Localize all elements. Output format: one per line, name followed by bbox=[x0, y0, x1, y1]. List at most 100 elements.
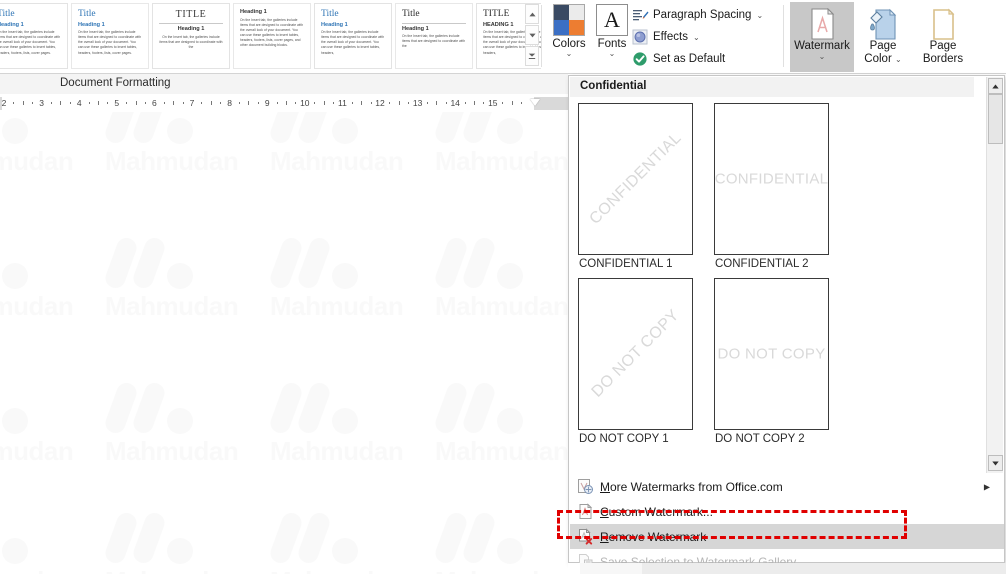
watermark-preview[interactable]: CONFIDENTIAL bbox=[578, 103, 693, 255]
theme-fonts-button[interactable]: A Fonts ⌄ bbox=[592, 4, 632, 58]
theme-colors-swatch-icon bbox=[553, 4, 585, 36]
style-card-rule bbox=[159, 23, 223, 24]
style-set-card[interactable]: TitleHeading 1On the Insert tab, the gal… bbox=[314, 3, 392, 69]
document-background-watermark: Mahmudan bbox=[105, 512, 225, 570]
page-color-icon bbox=[854, 6, 912, 40]
document-formatting-group-caption: Document Formatting bbox=[0, 74, 568, 94]
style-card-title: Title bbox=[78, 10, 142, 20]
ruler-tick bbox=[164, 102, 165, 104]
gallery-scrollbar[interactable] bbox=[986, 77, 1003, 473]
menu-item-more-watermarks[interactable]: More Watermarks from Office.com▶ bbox=[570, 474, 1004, 499]
ruler-tick bbox=[51, 102, 52, 104]
theme-colors-button[interactable]: Colors ⌄ bbox=[548, 4, 590, 58]
ruler-tick bbox=[98, 101, 99, 105]
paragraph-spacing-button[interactable]: Paragraph Spacing ⌄ bbox=[630, 4, 782, 26]
style-card-heading: Heading 1 bbox=[321, 23, 385, 29]
chevron-down-icon[interactable]: ⌄ bbox=[756, 11, 763, 20]
page-color-button[interactable]: Page Color ⌄ bbox=[854, 2, 912, 72]
gallery-scroll-thumb[interactable] bbox=[988, 94, 1003, 144]
document-background-watermark: Mahmudan bbox=[435, 112, 555, 150]
watermark-thumbnail[interactable]: DO NOT COPY DO NOT COPY 1 bbox=[578, 278, 714, 445]
menu-item-custom-watermark[interactable]: Custom Watermark... bbox=[570, 499, 1004, 524]
style-set-card[interactable]: Heading 1On the Insert tab, the gallerie… bbox=[233, 3, 311, 69]
document-canvas[interactable]: Mahmudan Mahmudan Mahmudan Mahmudan Mahmudan… bbox=[0, 112, 568, 574]
ruler-tick bbox=[436, 101, 437, 105]
menu-item-label: More Watermarks from Office.com bbox=[600, 480, 783, 494]
watermark-thumbnail[interactable]: CONFIDENTIALCONFIDENTIAL 1 bbox=[578, 103, 714, 270]
style-set-card[interactable]: Title Heading 1On the Insert tab, the gal… bbox=[0, 3, 68, 69]
watermark-thumbnail[interactable]: DO NOT COPY DO NOT COPY 2 bbox=[714, 278, 850, 445]
ruler-tick bbox=[23, 101, 24, 105]
ribbon-separator-2 bbox=[783, 5, 784, 67]
ruler-tick-label: 10 bbox=[300, 97, 309, 110]
set-as-default-button[interactable]: Set as Default bbox=[630, 48, 782, 70]
watermark-preview[interactable]: CONFIDENTIAL bbox=[714, 103, 829, 255]
watermark-thumbnail[interactable]: CONFIDENTIALCONFIDENTIAL 2 bbox=[714, 103, 850, 270]
style-card-body: On the Insert tab, the galleries include… bbox=[402, 34, 466, 49]
chevron-down-icon[interactable]: ⌄ bbox=[548, 50, 590, 58]
gallery-scroll-down-button[interactable] bbox=[988, 455, 1003, 471]
effects-button[interactable]: Effects ⌄ bbox=[630, 26, 782, 48]
style-set-card[interactable]: TitleHeading 1On the Insert tab, the gal… bbox=[71, 3, 149, 69]
menu-item-label: Remove Watermark bbox=[600, 530, 706, 544]
ruler-tick bbox=[286, 101, 287, 105]
ruler-tick bbox=[512, 101, 513, 105]
ruler-tick-label: 3 bbox=[39, 97, 44, 110]
chevron-down-icon[interactable]: ⌄ bbox=[592, 50, 632, 58]
style-card-title: Title bbox=[402, 10, 466, 20]
style-set-card[interactable]: TitleHeading 1On the Insert tab, the gal… bbox=[395, 3, 473, 69]
ruler-tick bbox=[371, 102, 372, 104]
watermark-caption: DO NOT COPY 1 bbox=[578, 433, 714, 445]
ruler-tick bbox=[314, 102, 315, 104]
ruler-tick-label: 5 bbox=[114, 97, 119, 110]
chevron-down-icon[interactable]: ⌄ bbox=[693, 33, 700, 42]
style-set-gallery[interactable]: TitleHeading 1On the Insert tab, the gal… bbox=[0, 1, 541, 72]
ruler-tick bbox=[465, 102, 466, 104]
watermark-preview[interactable]: DO NOT COPY bbox=[578, 278, 693, 430]
word-application-window: TitleHeading 1On the Insert tab, the gal… bbox=[0, 0, 1006, 574]
ribbon-separator-1 bbox=[541, 5, 542, 67]
ruler-tick bbox=[427, 102, 428, 104]
ribbon: TitleHeading 1On the Insert tab, the gal… bbox=[0, 0, 1006, 74]
ruler-tick bbox=[145, 102, 146, 104]
ruler-tick bbox=[183, 102, 184, 104]
document-background-watermark: Mahmudan bbox=[0, 512, 60, 570]
page-borders-label-line2: Borders bbox=[912, 53, 974, 66]
watermark-preview[interactable]: DO NOT COPY bbox=[714, 278, 829, 430]
style-gallery-more-button[interactable] bbox=[525, 46, 539, 66]
ruler-indent-marker[interactable] bbox=[530, 99, 540, 106]
ruler-tick-label: 14 bbox=[450, 97, 459, 110]
page-borders-button[interactable]: Page Borders bbox=[912, 2, 974, 72]
style-gallery-scroll-up-button[interactable] bbox=[525, 4, 539, 24]
watermark-button[interactable]: Watermark ⌄ bbox=[790, 2, 854, 72]
watermark-caption: DO NOT COPY 2 bbox=[714, 433, 850, 445]
watermark-dropdown-gallery[interactable]: Confidential CONFIDENTIALCONFIDENTIAL 1C… bbox=[568, 75, 1005, 563]
ruler-tick bbox=[502, 102, 503, 104]
style-card-heading: Heading 1 bbox=[0, 23, 61, 29]
document-background-watermark: Mahmudan bbox=[105, 237, 225, 295]
ruler-tick bbox=[361, 101, 362, 105]
style-card-body: On the Insert tab, the galleries include… bbox=[0, 30, 61, 56]
gallery-section-title: Confidential bbox=[580, 80, 646, 92]
style-card-body: On the Insert tab, the galleries include… bbox=[78, 30, 142, 56]
remove-watermark-icon bbox=[570, 526, 600, 548]
chevron-down-icon[interactable]: ⌄ bbox=[895, 55, 902, 64]
watermark-menu-list[interactable]: More Watermarks from Office.com▶Custom W… bbox=[570, 474, 1004, 562]
ruler-tick bbox=[295, 102, 296, 104]
style-set-card[interactable]: TITLEHeading 1On the Insert tab, the gal… bbox=[152, 3, 230, 69]
style-gallery-scroll-down-button[interactable] bbox=[525, 25, 539, 45]
horizontal-ruler[interactable]: 23456789101112131415 bbox=[0, 95, 568, 112]
style-card-title: Title bbox=[0, 10, 61, 20]
chevron-down-icon[interactable]: ⌄ bbox=[790, 53, 854, 61]
ruler-tick-label: 2 bbox=[2, 97, 7, 110]
style-card-heading: Heading 1 bbox=[240, 10, 304, 16]
style-gallery-scroll[interactable] bbox=[525, 4, 539, 68]
menu-item-remove-watermark[interactable]: Remove Watermark bbox=[570, 524, 1004, 549]
ruler-tick bbox=[248, 101, 249, 105]
gallery-thumbnail-area[interactable]: CONFIDENTIALCONFIDENTIAL 1CONFIDENTIALCO… bbox=[570, 97, 974, 473]
gallery-scroll-up-button[interactable] bbox=[988, 78, 1003, 94]
custom-watermark-icon bbox=[570, 501, 600, 523]
document-background-watermark: Mahmudan bbox=[270, 237, 390, 295]
style-card-rule bbox=[402, 23, 466, 24]
ruler-tick bbox=[89, 102, 90, 104]
